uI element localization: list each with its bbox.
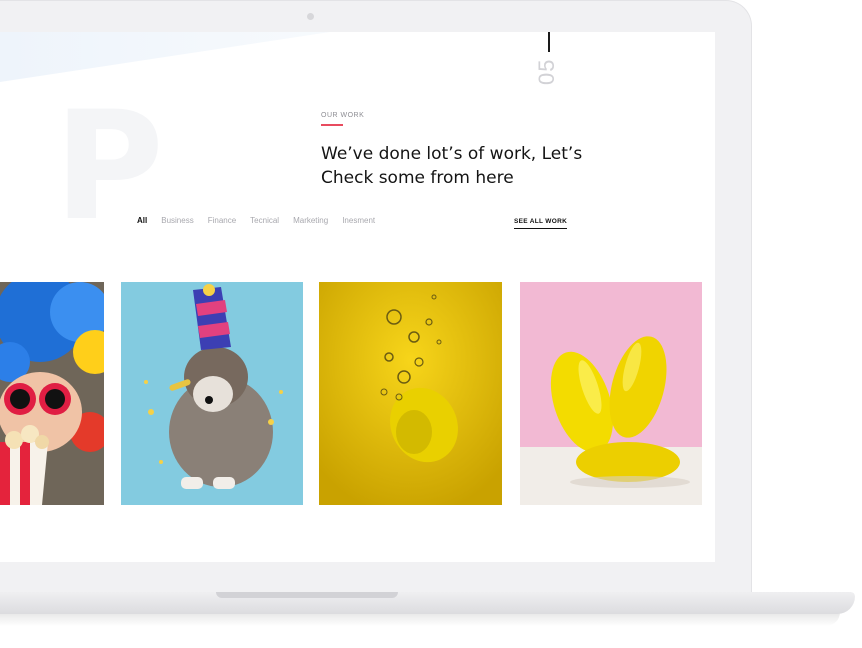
tab-all[interactable]: All bbox=[137, 216, 147, 225]
lemon-splash-photo bbox=[319, 282, 502, 505]
yellow-balloon-photo bbox=[520, 282, 702, 505]
laptop-screen: P 05 OUR WORK We’ve done lot’s of work, … bbox=[0, 32, 715, 562]
section-headline: We’ve done lot’s of work, Let’s Check so… bbox=[321, 142, 621, 190]
laptop-hinge bbox=[216, 592, 398, 598]
laptop-shadow bbox=[0, 612, 840, 626]
portfolio-item-3[interactable] bbox=[319, 282, 502, 505]
portfolio-item-4[interactable] bbox=[520, 282, 702, 505]
headline-line-2: Check some from here bbox=[321, 168, 514, 188]
tab-finance[interactable]: Finance bbox=[208, 216, 236, 225]
tab-business[interactable]: Business bbox=[161, 216, 193, 225]
tab-inesment[interactable]: Inesment bbox=[342, 216, 375, 225]
portfolio-item-1[interactable] bbox=[0, 282, 104, 505]
tab-tecnical[interactable]: Tecnical bbox=[250, 216, 279, 225]
section-indicator-line bbox=[548, 32, 550, 52]
section-eyebrow: OUR WORK bbox=[321, 112, 365, 119]
camera-icon bbox=[307, 13, 314, 20]
party-dog-photo bbox=[121, 282, 303, 505]
background-shape bbox=[0, 32, 330, 82]
see-all-work-link[interactable]: SEE ALL WORK bbox=[514, 218, 568, 229]
section-number: 05 bbox=[534, 58, 559, 85]
laptop-base bbox=[0, 592, 855, 614]
headline-line-1: We’ve done lot’s of work, Let’s bbox=[321, 144, 583, 164]
portfolio-item-2[interactable] bbox=[121, 282, 303, 505]
eyebrow-underline bbox=[321, 124, 343, 126]
tab-marketing[interactable]: Marketing bbox=[293, 216, 328, 225]
clown-photo bbox=[0, 282, 104, 505]
filter-tabs: All Business Finance Tecnical Marketing … bbox=[137, 216, 375, 225]
